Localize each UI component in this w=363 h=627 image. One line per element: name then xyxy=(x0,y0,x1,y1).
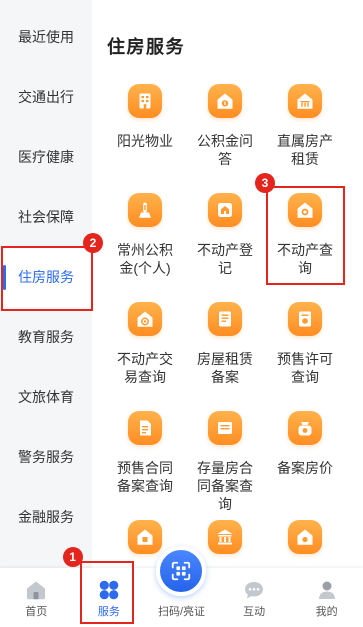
service-direct-property-rental[interactable]: 直属房产租赁 xyxy=(265,84,345,193)
tab-label: 扫码/亮证 xyxy=(157,606,206,618)
document-icon xyxy=(208,302,242,336)
sidebar-item-label: 文旅体育 xyxy=(18,389,74,405)
tower-icon xyxy=(128,193,162,227)
file-icon xyxy=(208,411,242,445)
user-icon xyxy=(318,581,335,599)
service-real-estate-transaction-query[interactable]: 不动产交易查询 xyxy=(105,302,185,411)
house-heart-icon xyxy=(288,520,322,554)
service-label: 公积金问答 xyxy=(197,133,253,167)
sidebar-item-label: 金融服务 xyxy=(18,509,74,525)
service-label: 备案房价 xyxy=(277,460,333,476)
house-coin-icon xyxy=(208,84,242,118)
service-filed-house-price[interactable]: 备案房价 xyxy=(265,411,345,520)
service-label: 阳光物业 xyxy=(117,133,173,149)
scan-button[interactable] xyxy=(156,546,207,596)
service-presale-permit-query[interactable]: 预售许可查询 xyxy=(265,302,345,411)
building-icon xyxy=(128,84,162,118)
service-label: 预售合同备案查询 xyxy=(117,460,173,494)
sidebar-item-label: 医疗健康 xyxy=(18,149,74,165)
service-label: 预售许可查询 xyxy=(277,351,333,385)
sidebar-item-education[interactable]: 教育服务 xyxy=(0,307,92,367)
bottom-tab-bar: 首页 服务 1 扫码/亮证 互动 我的 xyxy=(0,546,363,627)
tab-label: 我的 xyxy=(315,606,338,618)
house-rent-icon xyxy=(288,84,322,118)
sidebar-item-label: 警务服务 xyxy=(18,449,74,465)
sidebar-item-finance[interactable]: 金融服务 xyxy=(0,487,92,547)
permit-icon xyxy=(288,302,322,336)
sidebar-item-recent[interactable]: 最近使用 xyxy=(0,7,92,67)
service-presale-contract-filing-query[interactable]: 预售合同备案查询 xyxy=(105,411,185,520)
service-label: 不动产登记 xyxy=(197,242,253,276)
tab-label: 首页 xyxy=(25,606,48,618)
tab-label: 服务 xyxy=(97,606,120,618)
tab-services[interactable]: 服务 1 xyxy=(62,547,146,627)
tab-label: 互动 xyxy=(243,606,266,618)
tab-home[interactable]: 首页 xyxy=(0,568,73,627)
sidebar-item-label: 社会保障 xyxy=(18,209,74,225)
service-label: 常州公积金(个人) xyxy=(117,242,173,276)
service-real-estate-registration[interactable]: 不动产登记 xyxy=(185,193,265,302)
service-housing-fund-personal[interactable]: 常州公积金(个人) xyxy=(105,193,185,302)
contract-icon xyxy=(128,411,162,445)
tab-scan-certificate[interactable]: 扫码/亮证 xyxy=(145,546,218,627)
service-housing-fund-qa[interactable]: 公积金问答 xyxy=(185,84,265,193)
services-grid-icon xyxy=(99,580,119,600)
service-sunshine-property[interactable]: 阳光物业 xyxy=(105,84,185,193)
qr-scan-icon xyxy=(172,561,191,581)
sidebar-item-social-security[interactable]: 社会保障 xyxy=(0,187,92,247)
category-sidebar: 最近使用 交通出行 医疗健康 社会保障 住房服务 2 教育服务 文旅体育 警务服… xyxy=(0,0,103,627)
service-real-estate-query[interactable]: 不动产查询 3 xyxy=(255,173,345,302)
service-housing-lease-filing[interactable]: 房屋租赁备案 xyxy=(185,302,265,411)
bank-icon xyxy=(208,520,242,554)
sidebar-item-medical[interactable]: 医疗健康 xyxy=(0,127,92,187)
sidebar-item-police[interactable]: 警务服务 xyxy=(0,427,92,487)
selected-indicator xyxy=(3,265,6,290)
chat-icon xyxy=(245,582,264,599)
sidebar-item-culture-sports[interactable]: 文旅体育 xyxy=(0,367,92,427)
house-search-icon xyxy=(288,193,322,227)
price-icon xyxy=(288,411,322,445)
tab-interaction[interactable]: 互动 xyxy=(218,568,291,627)
house-register-icon xyxy=(208,193,242,227)
sidebar-item-label: 最近使用 xyxy=(18,29,74,45)
service-label: 不动产交易查询 xyxy=(117,351,173,385)
service-grid: 阳光物业 公积金问答 直属房产租赁常州公积金(个人) 不动产登记 不动产查询 3 不动产交易… xyxy=(105,84,345,627)
service-label: 房屋租赁备案 xyxy=(197,351,253,385)
home-icon xyxy=(27,581,46,600)
tab-profile[interactable]: 我的 xyxy=(290,568,363,627)
sidebar-item-label: 交通出行 xyxy=(18,89,74,105)
service-existing-contract-filing-query[interactable]: 存量房合同备案查询 xyxy=(185,411,265,520)
sidebar-item-housing[interactable]: 住房服务 2 xyxy=(0,233,103,311)
page-title: 住房服务 xyxy=(107,37,185,57)
service-label: 存量房合同备案查询 xyxy=(197,460,253,512)
house-trade-icon xyxy=(128,302,162,336)
service-label: 不动产查询 xyxy=(277,242,333,276)
sidebar-item-label: 教育服务 xyxy=(18,329,74,345)
service-label: 直属房产租赁 xyxy=(277,133,333,167)
sidebar-item-transport[interactable]: 交通出行 xyxy=(0,67,92,127)
house-icon xyxy=(128,520,162,554)
service-panel: 住房服务 阳光物业 公积金问答 直属房产租赁常州公积金(个人) 不动产登记 不动产查询 3… xyxy=(92,0,363,627)
sidebar-item-label: 住房服务 xyxy=(18,269,74,285)
